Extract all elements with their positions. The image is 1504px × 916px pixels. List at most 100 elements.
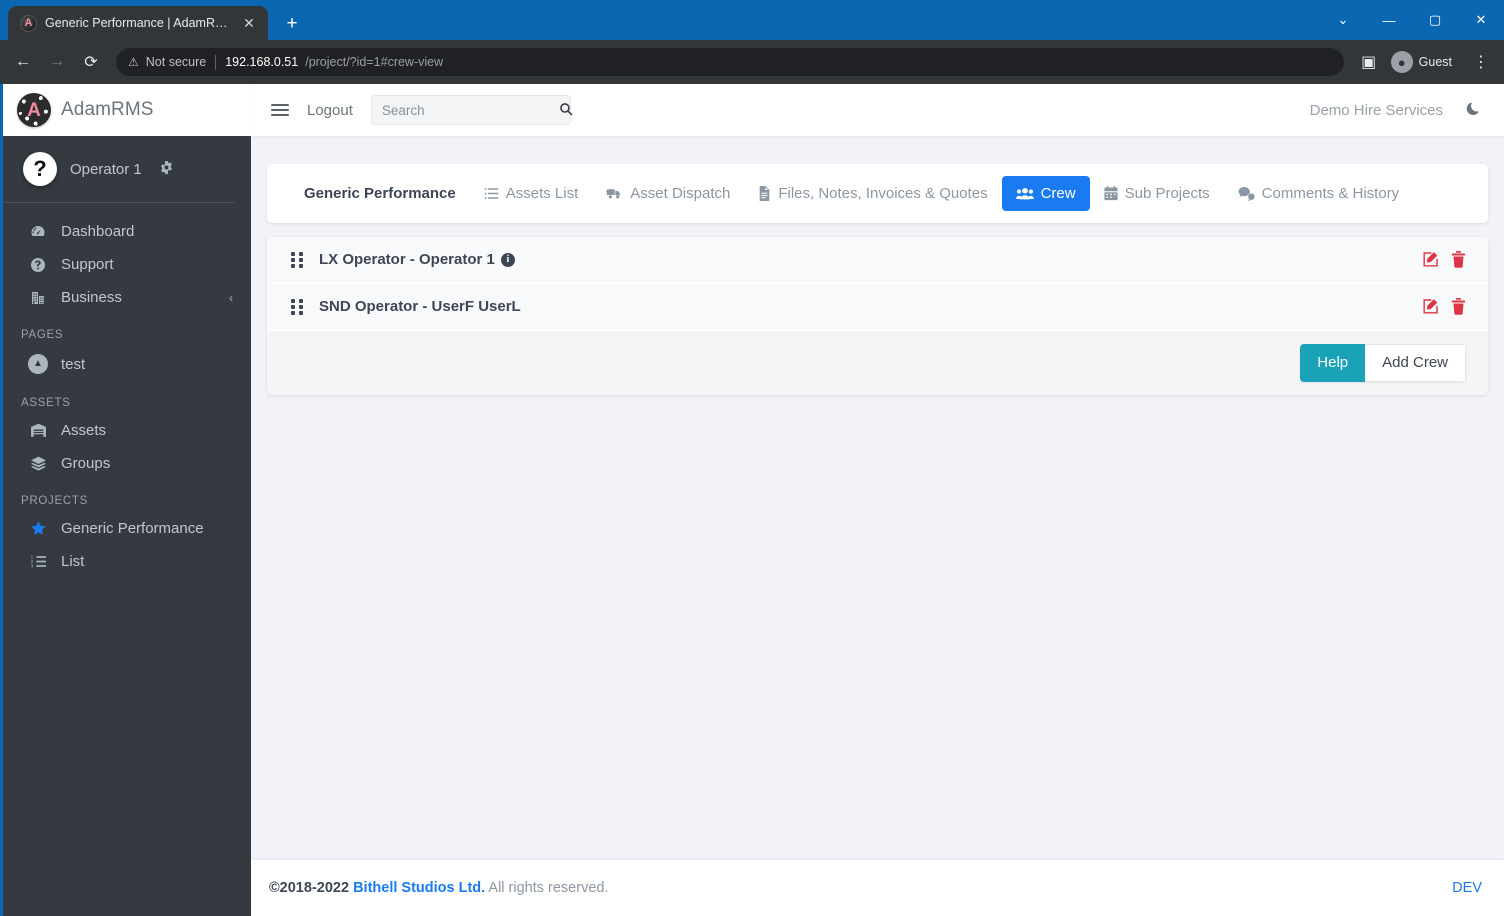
forward-icon[interactable]: → — [42, 47, 72, 77]
tab-comments-history[interactable]: Comments & History — [1224, 176, 1414, 211]
profile-chip[interactable]: ● Guest — [1388, 48, 1462, 76]
sidebar-heading-assets: ASSETS — [21, 397, 71, 409]
user-avatar: ? — [23, 152, 57, 186]
sidebar-item-label: Dashboard — [61, 223, 135, 240]
sidebar: A AdamRMS ? Operator 1 Dashboard Support… — [0, 84, 251, 916]
tab-crew[interactable]: Crew — [1001, 176, 1090, 211]
sidebar-item-label: Business — [61, 289, 122, 306]
edit-icon[interactable] — [1422, 251, 1439, 268]
close-window-icon[interactable]: ✕ — [1458, 0, 1504, 40]
tab-assets-list[interactable]: Assets List — [470, 176, 593, 211]
warehouse-icon — [27, 422, 49, 439]
tab-asset-dispatch[interactable]: Asset Dispatch — [592, 176, 744, 211]
back-icon[interactable]: ← — [8, 47, 38, 77]
browser-window: A Generic Performance | AdamRMS ✕ + ⌄ — … — [0, 0, 1504, 916]
drag-handle-icon[interactable] — [291, 251, 305, 268]
moon-icon[interactable] — [1465, 100, 1482, 120]
side-panel-icon[interactable]: ▣ — [1354, 47, 1384, 77]
list-icon — [484, 186, 499, 201]
help-button[interactable]: Help — [1300, 344, 1366, 382]
building-icon — [27, 290, 49, 306]
tab-files-notes-invoices-quotes[interactable]: Files, Notes, Invoices & Quotes — [744, 176, 1001, 211]
file-icon — [758, 186, 771, 201]
ordered-list-icon: 1 2 3 — [27, 553, 49, 570]
content-area: Logout Demo Hire Services — [251, 84, 1504, 916]
tab-sub-projects[interactable]: Sub Projects — [1090, 176, 1224, 211]
window-controls: ⌄ — ▢ ✕ — [1320, 0, 1504, 40]
comments-icon — [1238, 186, 1255, 201]
table-row[interactable]: LX Operator - Operator 1 i — [267, 237, 1488, 284]
logout-link[interactable]: Logout — [307, 102, 353, 119]
close-tab-icon[interactable]: ✕ — [240, 14, 258, 32]
browser-toolbar: ← → ⟳ ⚠ Not secure 192.168.0.51 /project… — [0, 40, 1504, 84]
trash-icon[interactable] — [1451, 251, 1466, 268]
warning-triangle-icon: ⚠ — [128, 55, 139, 69]
user-name: Operator 1 — [70, 160, 142, 178]
crew-role-label: SND Operator - UserF UserL — [319, 298, 521, 315]
crew-button-group: Help Add Crew — [1300, 344, 1466, 382]
sidebar-item-label: Support — [61, 256, 114, 273]
sidebar-item-groups[interactable]: Groups — [3, 447, 251, 480]
organisation-name[interactable]: Demo Hire Services — [1310, 102, 1443, 119]
tab-label: Files, Notes, Invoices & Quotes — [778, 185, 988, 202]
table-row[interactable]: SND Operator - UserF UserL — [267, 284, 1488, 331]
sidebar-heading-pages: PAGES — [21, 329, 64, 341]
minimize-icon[interactable]: — — [1366, 0, 1412, 40]
browser-menu-icon[interactable]: ⋮ — [1466, 47, 1496, 77]
app-topbar: Logout Demo Hire Services — [251, 84, 1504, 136]
sidebar-item-label: Assets — [61, 422, 107, 439]
hamburger-icon[interactable] — [271, 104, 289, 116]
chevron-left-icon[interactable]: ‹ — [229, 291, 233, 305]
tab-label: Assets List — [505, 185, 579, 202]
search-input[interactable] — [381, 102, 559, 118]
sidebar-item-generic-performance[interactable]: Generic Performance — [3, 512, 251, 545]
favicon-adamrms-icon: A — [20, 14, 37, 32]
truck-icon — [606, 186, 623, 201]
maximize-icon[interactable]: ▢ — [1412, 0, 1458, 40]
footer-copyright-years: ©2018-2022 — [269, 880, 354, 896]
row-actions — [1422, 251, 1466, 268]
browser-tab[interactable]: A Generic Performance | AdamRMS ✕ — [8, 6, 268, 40]
info-icon[interactable]: i — [500, 252, 515, 267]
layers-icon — [27, 455, 49, 472]
avatar: ● — [1390, 51, 1413, 73]
sidebar-heading-projects: PROJECTS — [21, 495, 88, 507]
sidebar-item-dashboard[interactable]: Dashboard — [3, 215, 251, 248]
dashboard-icon — [27, 224, 49, 240]
row-actions — [1422, 298, 1466, 315]
search-icon[interactable] — [559, 102, 573, 119]
sidebar-item-label: Groups — [61, 455, 111, 472]
chevron-down-icon[interactable]: ⌄ — [1320, 0, 1366, 40]
tab-label: Sub Projects — [1124, 185, 1210, 202]
edit-icon[interactable] — [1422, 298, 1439, 315]
bithell-studios-link[interactable]: Bithell Studios Ltd. — [353, 880, 485, 896]
new-tab-button[interactable]: + — [278, 9, 306, 37]
reload-icon[interactable]: ⟳ — [76, 47, 106, 77]
sidebar-item-business[interactable]: Business ‹ — [3, 281, 251, 314]
search-box[interactable] — [370, 95, 573, 125]
page-title: Generic Performance — [304, 185, 456, 202]
address-bar[interactable]: ⚠ Not secure 192.168.0.51 /project/?id=1… — [116, 48, 1344, 76]
add-crew-button[interactable]: Add Crew — [1365, 344, 1466, 382]
crew-card-footer: Help Add Crew — [267, 331, 1488, 395]
sidebar-item-assets[interactable]: Assets — [3, 414, 251, 447]
security-label: Not secure — [145, 55, 207, 69]
sidebar-item-list[interactable]: 1 2 3 List — [3, 545, 251, 578]
sidebar-user-block[interactable]: ? Operator 1 — [3, 136, 235, 203]
sidebar-item-label: test — [61, 355, 86, 373]
omnibox-divider — [215, 54, 217, 70]
gear-icon[interactable] — [159, 160, 174, 178]
sidebar-item-support[interactable]: Support — [3, 248, 251, 281]
project-tab-bar: Generic Performance Assets List Asset Di… — [267, 164, 1488, 223]
brand-header[interactable]: A AdamRMS — [3, 84, 251, 136]
sidebar-item-label: Generic Performance — [61, 520, 204, 537]
trash-icon[interactable] — [1451, 298, 1466, 315]
users-icon — [1015, 187, 1034, 201]
calendar-icon — [1104, 186, 1118, 201]
env-badge: DEV — [1452, 880, 1482, 896]
drag-handle-icon[interactable] — [291, 298, 305, 315]
brand-name: AdamRMS — [61, 99, 154, 120]
crew-role-label: LX Operator - Operator 1 — [319, 251, 495, 268]
sidebar-item-test[interactable]: ▲ test — [3, 346, 251, 382]
svg-text:3: 3 — [30, 563, 33, 568]
